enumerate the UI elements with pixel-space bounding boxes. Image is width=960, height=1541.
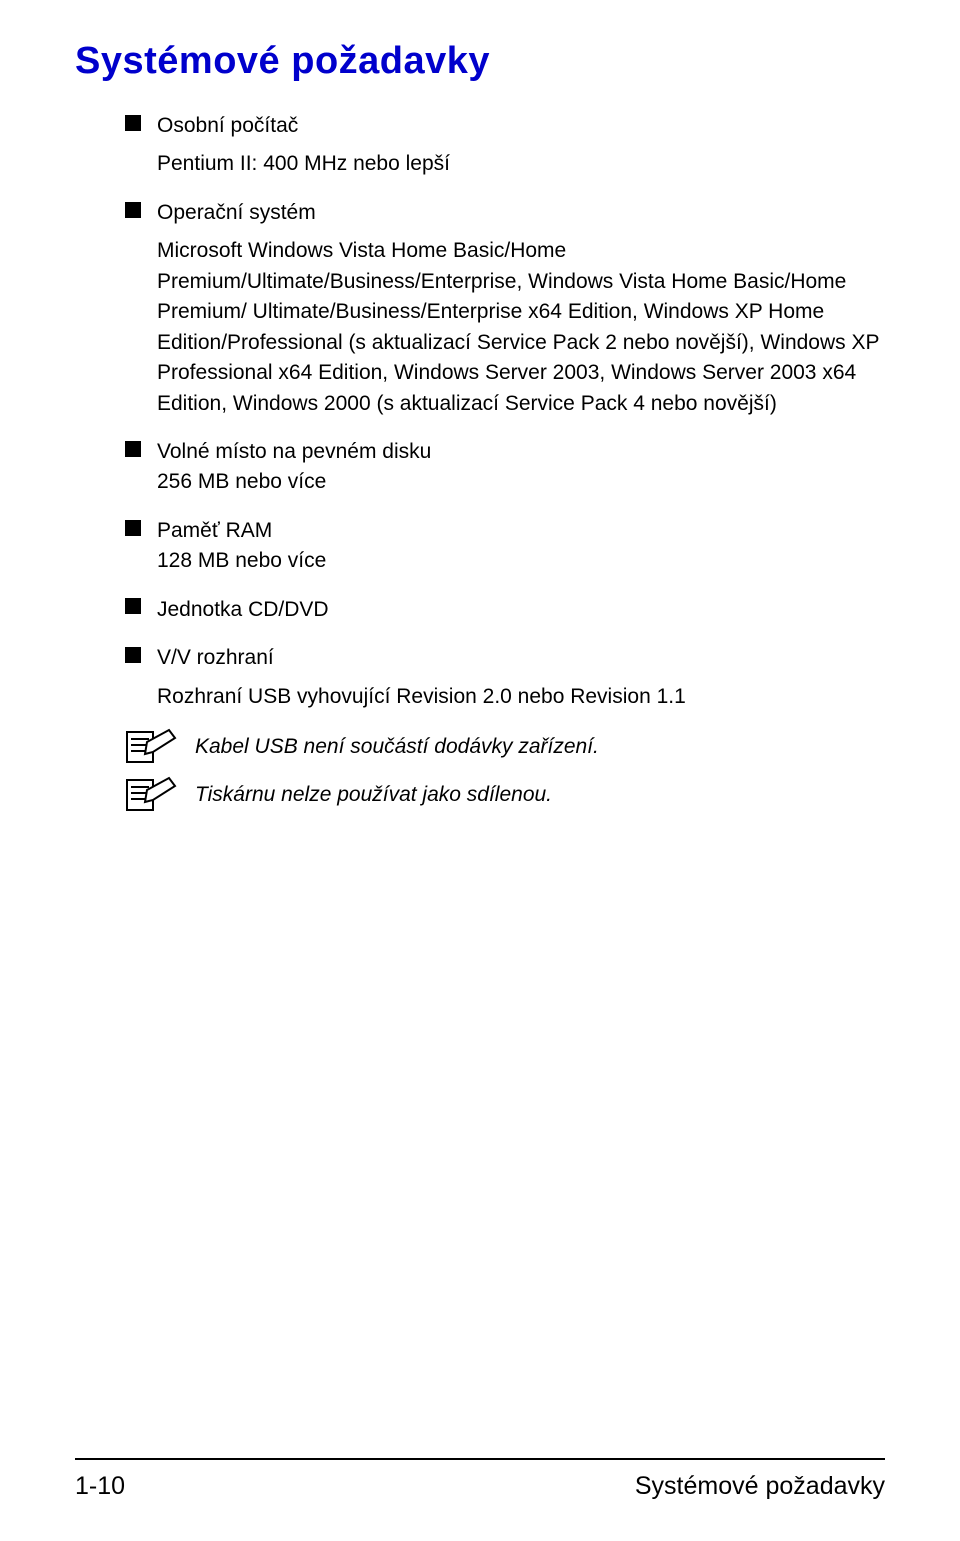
page-container: Systémové požadavky Osobní počítač Penti… bbox=[0, 0, 960, 1541]
note-icon bbox=[125, 776, 177, 821]
note-item: Tiskárnu nelze používat jako sdílenou. bbox=[125, 778, 885, 812]
square-bullet-icon bbox=[125, 647, 141, 663]
square-bullet-icon bbox=[125, 598, 141, 614]
item-label: V/V rozhraní bbox=[157, 646, 274, 669]
item-detail: 128 MB nebo více bbox=[157, 549, 326, 572]
square-bullet-icon bbox=[125, 115, 141, 131]
list-item: Jednotka CD/DVD bbox=[125, 595, 885, 625]
list-item: Volné místo na pevném disku 256 MB nebo … bbox=[125, 437, 885, 498]
item-label: Osobní počítač bbox=[157, 114, 298, 137]
note-item: Kabel USB není součástí dodávky zařízení… bbox=[125, 730, 885, 764]
footer-title: Systémové požadavky bbox=[635, 1472, 885, 1501]
item-label: Volné místo na pevném disku bbox=[157, 440, 431, 463]
list-item: V/V rozhraní bbox=[125, 643, 885, 673]
item-label: Jednotka CD/DVD bbox=[157, 598, 329, 621]
item-detail: 256 MB nebo více bbox=[157, 470, 326, 493]
page-footer: 1-10 Systémové požadavky bbox=[75, 1458, 885, 1501]
note-icon bbox=[125, 728, 177, 773]
page-number: 1-10 bbox=[75, 1472, 125, 1501]
item-label: Operační systém bbox=[157, 201, 316, 224]
item-detail: Rozhraní USB vyhovující Revision 2.0 neb… bbox=[125, 682, 885, 712]
list-item: Osobní počítač bbox=[125, 111, 885, 141]
square-bullet-icon bbox=[125, 441, 141, 457]
item-label: Paměť RAM bbox=[157, 519, 272, 542]
list-item: Paměť RAM 128 MB nebo více bbox=[125, 516, 885, 577]
square-bullet-icon bbox=[125, 520, 141, 536]
note-text: Tiskárnu nelze používat jako sdílenou. bbox=[195, 780, 552, 810]
item-detail: Pentium II: 400 MHz nebo lepší bbox=[125, 149, 885, 179]
item-detail: Microsoft Windows Vista Home Basic/Home … bbox=[125, 236, 885, 419]
content-block: Osobní počítač Pentium II: 400 MHz nebo … bbox=[75, 111, 885, 812]
page-title: Systémové požadavky bbox=[75, 40, 885, 83]
note-text: Kabel USB není součástí dodávky zařízení… bbox=[195, 732, 599, 762]
square-bullet-icon bbox=[125, 202, 141, 218]
list-item: Operační systém bbox=[125, 198, 885, 228]
